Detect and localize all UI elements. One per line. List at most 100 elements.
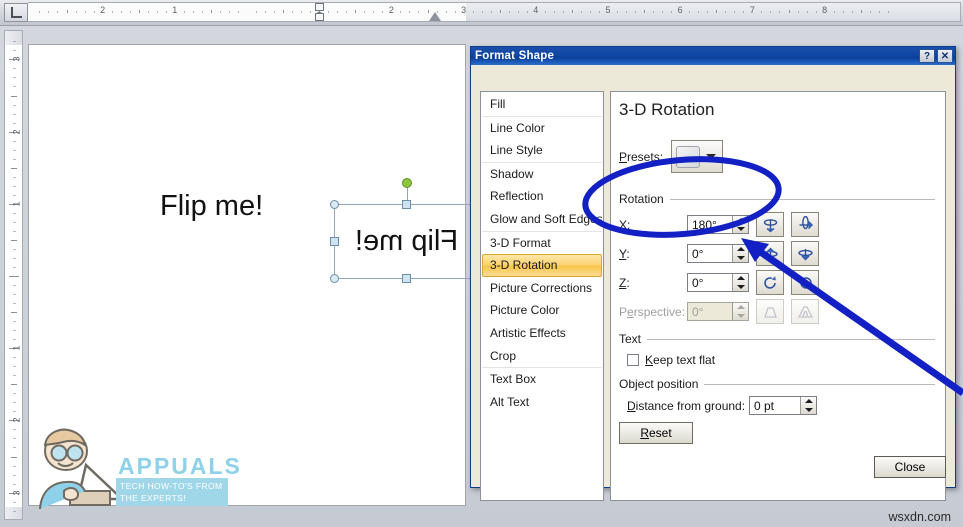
keep-text-flat-checkbox[interactable] (627, 354, 639, 366)
chevron-down-icon (706, 154, 717, 159)
rotation-x-up-arrow[interactable] (733, 216, 748, 225)
handle-top-center[interactable] (401, 200, 411, 209)
vertical-ruler-tick (13, 248, 16, 250)
dialog-category-reflection[interactable]: Reflection (482, 185, 602, 208)
dialog-category-line-color[interactable]: Line Color (482, 115, 602, 140)
close-button-label: Close (894, 460, 926, 474)
ruler-tick (355, 10, 357, 13)
rotate-x-right-icon[interactable] (791, 212, 819, 237)
vertical-ruler-tick (11, 167, 17, 169)
ruler-tick (454, 11, 456, 13)
ruler-tick (644, 10, 646, 13)
distance-down-arrow[interactable] (801, 406, 816, 415)
ruler-tick (337, 11, 339, 13)
vertical-ruler-tick (13, 447, 16, 449)
dialog-category-crop[interactable]: Crop (482, 345, 602, 368)
ruler-tick (851, 11, 853, 13)
distance-from-ground-value[interactable]: 0 pt (750, 397, 800, 414)
dialog-category-list[interactable]: Fill Line Color Line Style Shadow Reflection… (480, 91, 604, 501)
tab-stop-selector[interactable] (4, 3, 28, 22)
ruler-tick (382, 11, 384, 13)
rotation-x-down-arrow[interactable] (733, 225, 748, 234)
rotation-x-arrows[interactable] (732, 216, 748, 233)
handle-bottom-left[interactable] (330, 274, 339, 283)
distance-from-ground-spinner[interactable]: 0 pt (749, 396, 817, 415)
rotate-x-left-icon[interactable] (756, 212, 784, 237)
distance-up-arrow[interactable] (801, 397, 816, 406)
dialog-category-fill[interactable]: Fill (482, 93, 602, 116)
object-position-group-header: Object position (619, 377, 935, 391)
rotation-handle-icon[interactable] (401, 178, 412, 188)
dialog-category-artistic-effects[interactable]: Artistic Effects (482, 322, 602, 345)
right-indent-marker[interactable] (429, 12, 441, 21)
dialog-titlebar[interactable]: Format Shape ? ✕ (471, 47, 955, 65)
appuals-tagline: TECH HOW-TO'S FROM THE EXPERTS! (116, 478, 228, 506)
rotation-z-value[interactable]: 0° (688, 274, 732, 291)
horizontal-ruler[interactable]: 2112345678 (0, 0, 963, 26)
handle-middle-left[interactable] (330, 236, 339, 246)
rotate-z-counterclockwise-icon[interactable] (756, 270, 784, 295)
selected-textbox-shape[interactable]: Flip me! (330, 178, 483, 283)
ruler-number: 4 (533, 5, 539, 15)
vertical-ruler-tick (9, 276, 19, 277)
vertical-ruler-tick (13, 330, 16, 332)
rotation-y-spinner[interactable]: 0° (687, 244, 749, 263)
help-icon[interactable]: ? (919, 49, 935, 63)
distance-from-ground-row: Distance from ground: 0 pt (627, 396, 817, 415)
rotation-z-down-arrow[interactable] (733, 283, 748, 292)
reset-button[interactable]: Reset (619, 422, 693, 444)
vertical-ruler[interactable]: 3 2 1 1 2 3 (4, 30, 23, 520)
dialog-category-shadow[interactable]: Shadow (482, 161, 602, 186)
handle-bottom-center[interactable] (401, 274, 411, 283)
ruler-tick (183, 11, 185, 13)
ruler-tick (120, 11, 122, 13)
rotate-z-clockwise-icon[interactable] (791, 270, 819, 295)
ruler-tick (228, 11, 230, 13)
presets-dropdown-button[interactable] (671, 140, 724, 173)
handle-top-left[interactable] (330, 200, 339, 209)
vertical-ruler-tick (13, 357, 16, 359)
distance-from-ground-label: Distance from ground: (627, 398, 746, 413)
first-line-indent-marker[interactable] (315, 3, 324, 11)
ruler-tick (526, 11, 528, 13)
rotation-y-arrows[interactable] (732, 245, 748, 262)
keep-text-flat-row[interactable]: Keep text flat (627, 353, 715, 367)
dialog-category-picture-color[interactable]: Picture Color (482, 299, 602, 322)
text-group-divider (647, 338, 935, 340)
rotation-y-up-arrow[interactable] (733, 245, 748, 254)
ruler-number: 2 (100, 5, 106, 15)
ruler-tick (48, 11, 50, 13)
dialog-category-line-style[interactable]: Line Style (482, 139, 602, 162)
rotation-z-arrows[interactable] (732, 274, 748, 291)
format-shape-dialog[interactable]: Format Shape ? ✕ Fill Line Color Line Styl… (470, 46, 956, 501)
rotation-x-value[interactable]: 180° (688, 216, 732, 233)
dialog-category-3-d-format[interactable]: 3-D Format (482, 230, 602, 255)
rotation-z-row: Z: 0° (619, 270, 819, 295)
dialog-category-3-d-rotation[interactable]: 3-D Rotation (482, 254, 602, 277)
ruler-tick (201, 11, 203, 13)
ruler-number: 5 (605, 5, 611, 15)
dialog-category-text-box[interactable]: Text Box (482, 367, 602, 391)
ruler-tick (192, 11, 194, 13)
text-group-header: Text (619, 332, 935, 346)
ruler-tick (571, 10, 573, 13)
ruler-tick (57, 11, 59, 13)
close-icon[interactable]: ✕ (937, 49, 953, 63)
rotation-y-value[interactable]: 0° (688, 245, 732, 262)
rotate-y-up-icon[interactable] (756, 241, 784, 266)
dialog-category-glow-and-soft-edges[interactable]: Glow and Soft Edges (482, 208, 603, 231)
ruler-tick (788, 10, 790, 13)
rotation-z-up-arrow[interactable] (733, 274, 748, 283)
rotation-x-spinner[interactable]: 180° (687, 215, 749, 234)
ruler-tick (806, 11, 808, 13)
rotate-y-down-icon[interactable] (791, 241, 819, 266)
rotation-y-down-arrow[interactable] (733, 254, 748, 263)
vertical-ruler-tick (13, 194, 16, 196)
distance-arrows[interactable] (800, 397, 816, 414)
rotation-z-spinner[interactable]: 0° (687, 273, 749, 292)
hanging-indent-marker[interactable] (315, 13, 324, 21)
vertical-ruler-tick (13, 375, 16, 377)
dialog-category-picture-corrections[interactable]: Picture Corrections (482, 277, 602, 300)
close-button[interactable]: Close (874, 456, 946, 478)
dialog-category-alt-text[interactable]: Alt Text (482, 391, 602, 414)
